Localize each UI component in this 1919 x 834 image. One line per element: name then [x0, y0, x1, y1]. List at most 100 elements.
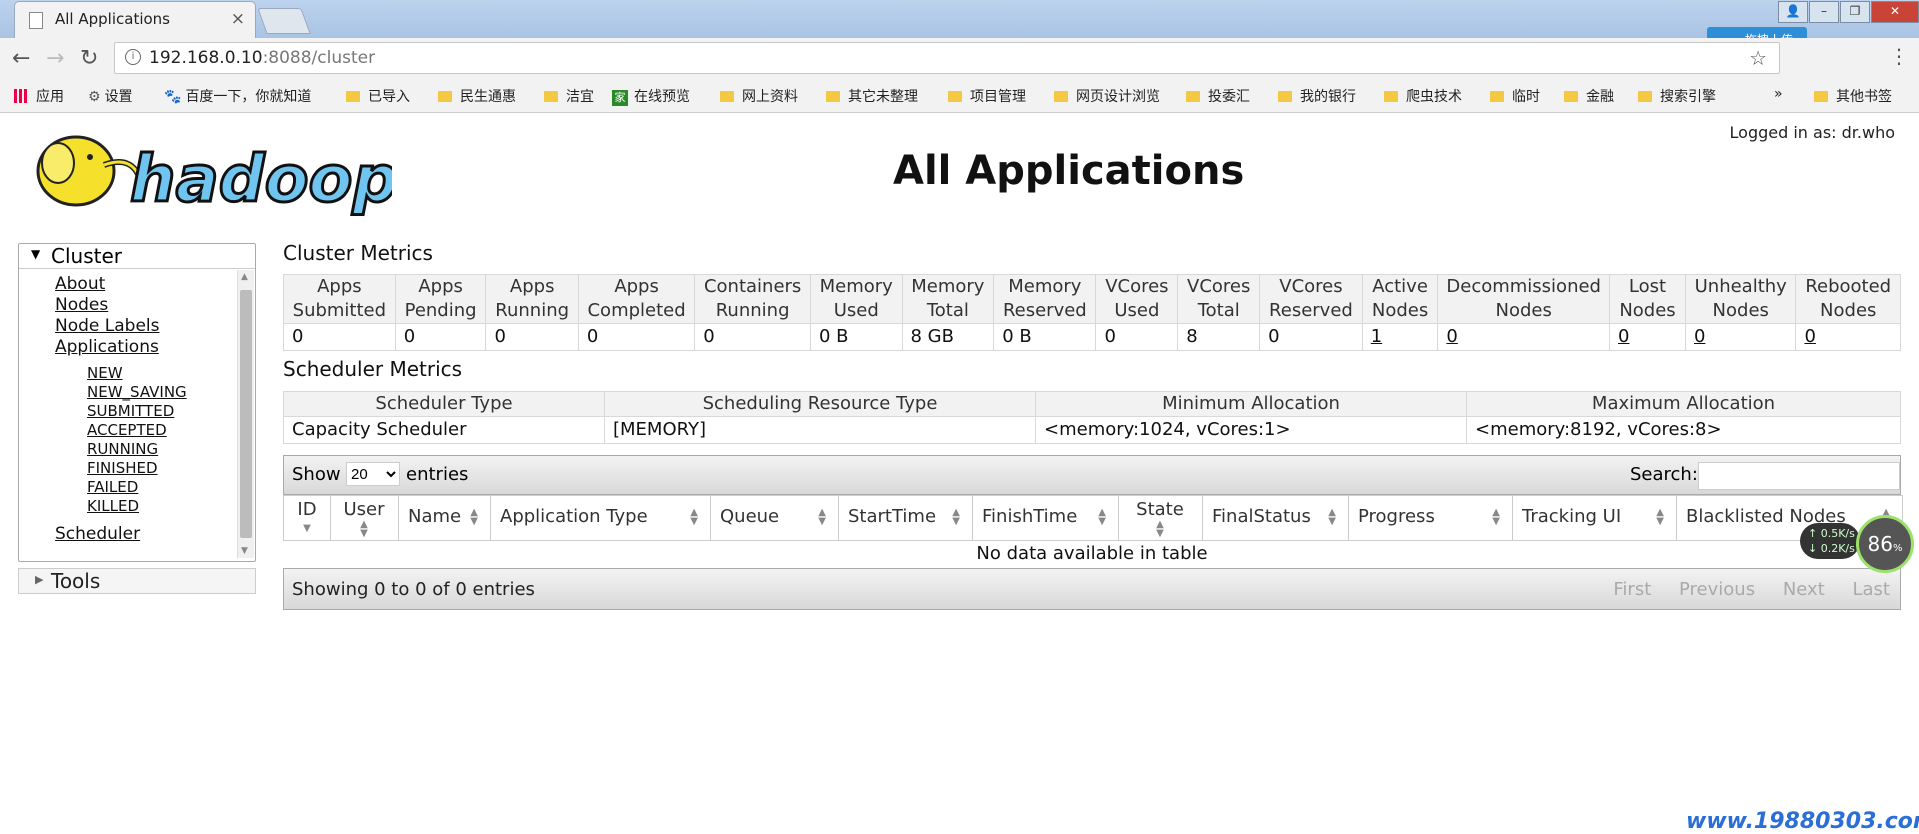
bookmark-settings[interactable]: ⚙ 设置: [88, 86, 133, 106]
info-icon[interactable]: i: [125, 49, 141, 65]
sidebar-item-new[interactable]: NEW: [87, 364, 123, 382]
sidebar-item-applications[interactable]: Applications: [55, 337, 160, 358]
bookmark-folder[interactable]: 爬虫技术: [1384, 86, 1462, 106]
bookmark-folder[interactable]: 民生通惠: [438, 86, 516, 106]
network-speed-pill: ↑ 0.5K/s ↓ 0.2K/s: [1800, 523, 1860, 559]
cluster-metric-link[interactable]: 0: [1694, 326, 1705, 347]
sidebar-item-new-saving[interactable]: NEW_SAVING: [87, 383, 187, 401]
column-header-id[interactable]: ID ▼: [284, 496, 331, 540]
show-label: Show: [292, 464, 341, 485]
column-header-progress[interactable]: Progress ▲ ▼: [1348, 496, 1513, 540]
column-header-tracking-ui[interactable]: Tracking UI ▲ ▼: [1512, 496, 1677, 540]
forward-arrow-icon[interactable]: →: [46, 46, 64, 71]
bookmark-folder[interactable]: 网上资料: [720, 86, 798, 106]
reload-icon[interactable]: ↻: [80, 46, 98, 71]
bookmark-folder[interactable]: 搜索引擎: [1638, 86, 1716, 106]
sidebar-item-node-labels[interactable]: Node Labels: [55, 316, 160, 337]
close-tab-icon[interactable]: ×: [231, 9, 245, 29]
sidebar-item-running[interactable]: RUNNING: [87, 440, 158, 458]
sidebar-item-about[interactable]: About: [55, 274, 160, 295]
column-header-starttime[interactable]: StartTime ▲ ▼: [838, 496, 973, 540]
browser-toolbar: ← → ↻ i 192.168.0.10:8088/cluster ☆ ⋮: [0, 38, 1919, 78]
page-size-select[interactable]: 20: [346, 462, 400, 486]
upload-speed: ↑ 0.5K/s: [1808, 527, 1855, 540]
bookmark-folder[interactable]: 已导入: [346, 86, 410, 106]
bookmark-folder[interactable]: 我的银行: [1278, 86, 1356, 106]
sidebar-item-scheduler[interactable]: Scheduler: [55, 524, 140, 544]
sidebar-item-nodes[interactable]: Nodes: [55, 295, 160, 316]
bookmarks-overflow-button[interactable]: »: [1774, 86, 1783, 102]
bookmark-star-icon[interactable]: ☆: [1749, 46, 1767, 70]
tab-all-applications[interactable]: All Applications ×: [14, 1, 256, 39]
sidebar-item-accepted[interactable]: ACCEPTED: [87, 421, 167, 439]
window-close-icon[interactable]: ✕: [1871, 1, 1919, 23]
browser-menu-icon[interactable]: ⋮: [1889, 44, 1909, 68]
bookmark-folder[interactable]: 网页设计浏览: [1054, 86, 1160, 106]
cluster-metric-value: 0: [577, 323, 696, 351]
sidebar-section-cluster[interactable]: ▼ Cluster: [19, 244, 255, 269]
minimum-allocation-header: Minimum Allocation: [1035, 391, 1467, 417]
cluster-metric-value: 0: [1095, 323, 1179, 351]
user-icon[interactable]: 👤: [1778, 1, 1808, 23]
bookmark-other[interactable]: 其他书签: [1814, 86, 1892, 106]
pager-first-button[interactable]: First: [1613, 579, 1651, 600]
bookmark-preview[interactable]: 家在线预览: [612, 86, 690, 106]
column-header-state[interactable]: State ▲ ▼: [1118, 496, 1203, 540]
cluster-metric-header: VCores Used: [1095, 274, 1179, 324]
column-header-application-type[interactable]: Application Type ▲ ▼: [490, 496, 711, 540]
column-header-finalstatus[interactable]: FinalStatus ▲ ▼: [1202, 496, 1349, 540]
column-header-name[interactable]: Name ▲ ▼: [398, 496, 491, 540]
address-bar[interactable]: i 192.168.0.10:8088/cluster ☆: [114, 42, 1780, 74]
cluster-metric-header: Lost Nodes: [1608, 274, 1687, 324]
folder-icon: [438, 91, 452, 102]
column-header-finishtime[interactable]: FinishTime ▲ ▼: [972, 496, 1119, 540]
cluster-metric-header: Containers Running: [694, 274, 811, 324]
bookmark-folder[interactable]: 金融: [1564, 86, 1614, 106]
usage-percent-gauge: 86%: [1856, 515, 1914, 573]
scrollbar-thumb[interactable]: [240, 290, 252, 538]
bookmark-baidu[interactable]: 🐾 百度一下，你就知道: [164, 86, 311, 106]
bookmark-apps[interactable]: 应用: [14, 86, 64, 106]
bookmark-folder[interactable]: 临时: [1490, 86, 1540, 106]
sort-arrows-icon: ▲▼: [470, 507, 478, 527]
sort-arrows-icon: ▼: [303, 523, 311, 534]
pager-last-button[interactable]: Last: [1853, 579, 1891, 600]
cluster-metric-link[interactable]: 0: [1446, 326, 1457, 347]
pager-next-button[interactable]: Next: [1783, 579, 1825, 600]
cluster-metric-link[interactable]: 1: [1371, 326, 1382, 347]
sidebar-item-killed[interactable]: KILLED: [87, 497, 139, 515]
search-input[interactable]: [1698, 462, 1900, 490]
cluster-metric-header: Memory Used: [809, 274, 903, 324]
back-arrow-icon[interactable]: ←: [12, 46, 30, 71]
column-header-queue[interactable]: Queue ▲ ▼: [710, 496, 839, 540]
sidebar-item-finished[interactable]: FINISHED: [87, 459, 158, 477]
cluster-metric-link[interactable]: 0: [1804, 326, 1815, 347]
maximize-icon[interactable]: ❐: [1840, 1, 1870, 23]
scroll-up-icon[interactable]: ▲: [241, 272, 248, 282]
scheduling-resource-type-value: [MEMORY]: [604, 416, 1036, 444]
scroll-down-icon[interactable]: ▼: [241, 546, 248, 556]
folder-icon: [720, 91, 734, 102]
cluster-metric-header: Unhealthy Nodes: [1684, 274, 1797, 324]
bookmark-folder[interactable]: 其它未整理: [826, 86, 918, 106]
sidebar-item-failed[interactable]: FAILED: [87, 478, 138, 496]
cluster-metric-value: 0 B: [993, 323, 1097, 351]
sidebar-item-submitted[interactable]: SUBMITTED: [87, 402, 174, 420]
bookmark-folder[interactable]: 投委汇: [1186, 86, 1250, 106]
sort-arrows-icon: ▲▼: [1656, 507, 1664, 527]
cluster-metric-link[interactable]: 0: [1618, 326, 1629, 347]
sidebar-scrollbar[interactable]: ▲ ▼: [237, 270, 254, 558]
logged-in-user: Logged in as: dr.who: [1729, 123, 1895, 142]
minimize-icon[interactable]: –: [1809, 1, 1839, 23]
bookmark-folder[interactable]: 洁宜: [544, 86, 594, 106]
sort-arrows-icon: ▲▼: [1492, 507, 1500, 527]
sidebar-section-tools[interactable]: ▶ Tools: [18, 568, 256, 594]
scheduler-type-value: Capacity Scheduler: [283, 416, 605, 444]
maximum-allocation-header: Maximum Allocation: [1466, 391, 1901, 417]
folder-icon: [1186, 91, 1200, 102]
network-speed-widget[interactable]: ↑ 0.5K/s ↓ 0.2K/s 86%: [1800, 509, 1914, 573]
pager-previous-button[interactable]: Previous: [1679, 579, 1755, 600]
bookmark-folder[interactable]: 项目管理: [948, 86, 1026, 106]
column-header-user[interactable]: User ▲ ▼: [330, 496, 399, 540]
new-tab-button[interactable]: [257, 8, 311, 34]
